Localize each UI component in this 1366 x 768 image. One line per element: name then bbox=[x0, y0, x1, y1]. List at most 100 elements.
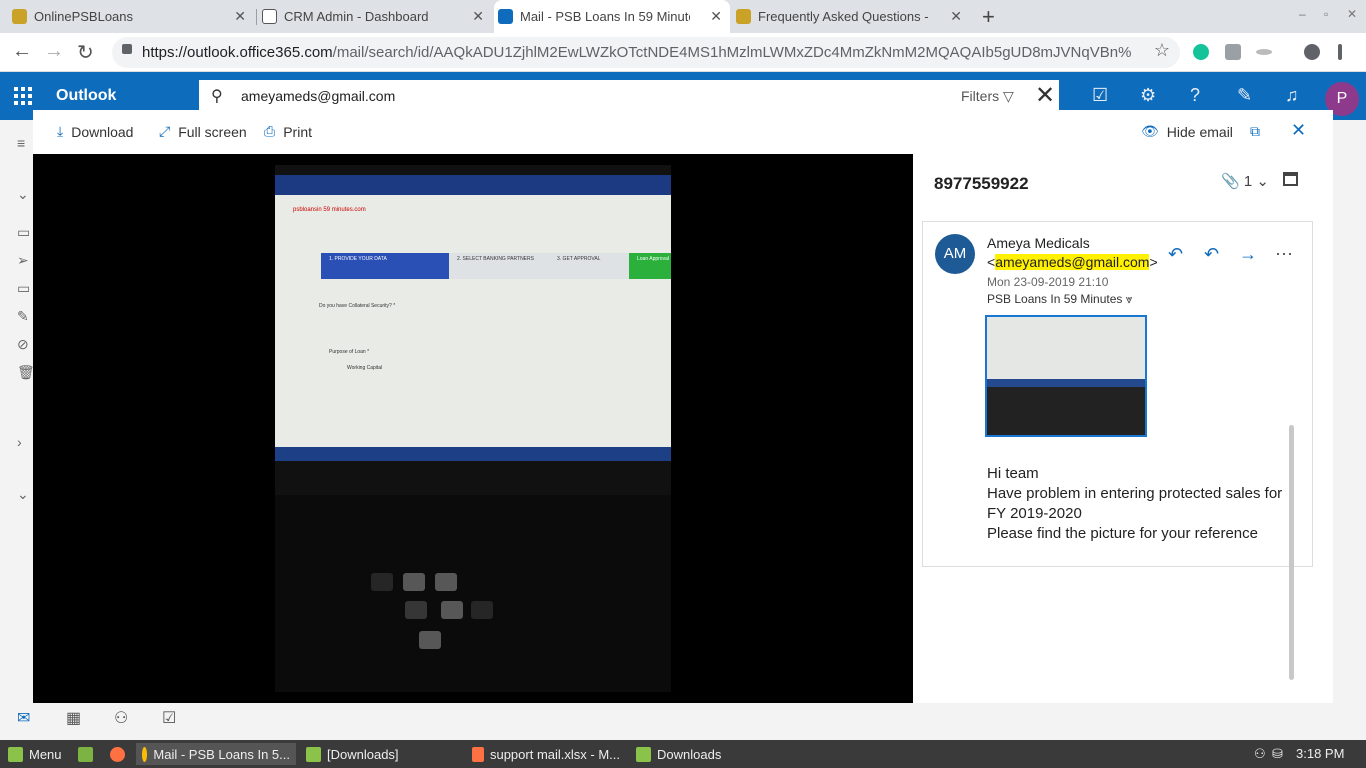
people-icon[interactable]: ⚇ bbox=[114, 708, 128, 728]
close-viewer-icon[interactable]: ✕ bbox=[1291, 120, 1306, 141]
sent-icon[interactable]: ➢ bbox=[17, 252, 29, 269]
network-icon[interactable]: ⛁ bbox=[1272, 746, 1283, 762]
inbox-icon[interactable]: ▭ bbox=[17, 224, 30, 241]
show-desktop-icon[interactable] bbox=[72, 743, 99, 765]
back-icon[interactable]: ← bbox=[12, 40, 32, 63]
search-input[interactable]: ameyameds@gmail.com bbox=[241, 88, 395, 104]
tab-faq[interactable]: Frequently Asked Questions - P ✕ bbox=[732, 0, 970, 33]
email-body-line: Please find the picture for your referen… bbox=[987, 525, 1258, 542]
tab-title: OnlinePSBLoans bbox=[34, 9, 134, 24]
app-launcher-icon[interactable] bbox=[14, 87, 32, 105]
taskbar-item-mail[interactable]: Mail - PSB Loans In 5... bbox=[136, 743, 296, 765]
hamburger-icon[interactable]: ≡ bbox=[17, 135, 25, 151]
filters-label: Filters bbox=[961, 88, 1000, 104]
browser-tab-bar: OnlinePSBLoans ✕ CRM Admin - Dashboard ✕… bbox=[0, 0, 1366, 33]
tab-close-icon[interactable]: ✕ bbox=[710, 8, 722, 25]
drafts-icon[interactable]: ✎ bbox=[17, 308, 29, 325]
email-subject: 8977559922 bbox=[934, 174, 1029, 193]
more-actions-icon[interactable]: ⋯ bbox=[1275, 244, 1293, 265]
email-recipient[interactable]: PSB Loans In 59 Minutes ⩔ bbox=[987, 292, 1133, 307]
junk-icon[interactable]: ⊘ bbox=[17, 336, 29, 353]
chevron-down-icon[interactable]: ⌄ bbox=[17, 186, 29, 203]
sender-avatar: AM bbox=[935, 234, 975, 274]
full-screen-button[interactable]: ⤢ Full screen bbox=[159, 123, 247, 140]
photo-step-3: 3. GET APPROVAL bbox=[549, 253, 629, 279]
expand-icon: ⤢ bbox=[159, 123, 171, 139]
taskbar-item-downloads-bracket[interactable]: [Downloads] bbox=[300, 743, 460, 765]
restore-icon[interactable]: ▫ bbox=[1324, 7, 1328, 21]
email-reading-pane: 8977559922 📎 1 ⌄ AM Ameya Medicals <amey… bbox=[913, 154, 1333, 703]
my-day-icon[interactable]: ☑ bbox=[1092, 85, 1108, 106]
outlook-favicon-icon bbox=[498, 9, 513, 24]
calendar-icon[interactable]: ▦ bbox=[66, 708, 81, 728]
email-date: Mon 23-09-2019 21:10 bbox=[987, 275, 1109, 289]
minimize-icon[interactable]: – bbox=[1299, 7, 1306, 21]
firefox-icon bbox=[110, 746, 125, 762]
pop-out-icon[interactable]: ⧉ bbox=[1250, 123, 1260, 140]
users-icon[interactable]: ⚇ bbox=[1254, 746, 1266, 762]
taskbar-item-downloads[interactable]: Downloads bbox=[630, 743, 790, 765]
help-icon[interactable]: ? bbox=[1190, 85, 1200, 106]
attachment-count-button[interactable]: 📎 1 ⌄ bbox=[1221, 172, 1269, 190]
sender[interactable]: Ameya Medicals <ameyameds@gmail.com> bbox=[987, 234, 1158, 272]
url-bar[interactable]: https://outlook.office365.com/mail/searc… bbox=[112, 37, 1180, 68]
more-menu-icon[interactable] bbox=[1338, 44, 1342, 60]
settings-gear-icon[interactable]: ⚙ bbox=[1140, 85, 1156, 106]
tab-close-icon[interactable]: ✕ bbox=[950, 8, 962, 25]
folder-icon bbox=[306, 746, 321, 762]
tab-close-icon[interactable]: ✕ bbox=[234, 8, 246, 25]
tab-crm-admin[interactable]: CRM Admin - Dashboard ✕ bbox=[258, 0, 492, 33]
print-button[interactable]: ⎙ Print bbox=[264, 123, 312, 140]
chrome-icon bbox=[142, 746, 148, 762]
tab-close-icon[interactable]: ✕ bbox=[472, 8, 484, 25]
attachment-count: 1 bbox=[1243, 173, 1253, 190]
grammarly-icon[interactable] bbox=[1193, 44, 1209, 60]
taskbar-item-support-mail[interactable]: support mail.xlsx - M... bbox=[466, 743, 626, 765]
notifications-bell-icon[interactable]: ♫ bbox=[1285, 85, 1299, 106]
clock[interactable]: 3:18 PM bbox=[1296, 746, 1344, 761]
tasks-icon[interactable]: ☑ bbox=[162, 708, 176, 728]
extension-icon[interactable] bbox=[1256, 49, 1272, 55]
maximize-icon[interactable] bbox=[1283, 172, 1298, 186]
filters-button[interactable]: Filters ▽ bbox=[961, 88, 1014, 105]
window-close-icon[interactable]: ✕ bbox=[1347, 7, 1357, 21]
sender-email[interactable]: ameyameds@gmail.com bbox=[995, 254, 1150, 270]
camera-icon[interactable] bbox=[1225, 44, 1241, 60]
reply-icon[interactable]: ↶ bbox=[1168, 244, 1183, 265]
photo-browser-bar bbox=[275, 175, 671, 195]
firefox-launcher-icon[interactable] bbox=[104, 743, 131, 765]
download-button[interactable]: ⤓ Download bbox=[57, 123, 133, 140]
reload-icon[interactable]: ↻ bbox=[77, 40, 94, 65]
search-box[interactable]: ⚲ ameyameds@gmail.com Filters ▽ ✕ bbox=[199, 80, 1059, 112]
feedback-icon[interactable]: ✎ bbox=[1237, 85, 1252, 106]
clear-search-icon[interactable]: ✕ bbox=[1035, 81, 1055, 110]
forward-icon[interactable]: → bbox=[1239, 244, 1257, 265]
address-bar-row: ← → ↻ https://outlook.office365.com/mail… bbox=[0, 33, 1366, 72]
mint-menu-icon bbox=[8, 746, 23, 762]
photo-steps: 1. PROVIDE YOUR DATA 2. SELECT BANKING P… bbox=[321, 253, 671, 283]
attachment-thumbnail[interactable] bbox=[985, 315, 1147, 437]
outlook-brand: Outlook bbox=[56, 87, 117, 104]
bookmark-star-icon[interactable]: ☆ bbox=[1154, 40, 1170, 61]
reply-all-icon[interactable]: ↶ bbox=[1204, 244, 1219, 265]
new-tab-icon[interactable]: + bbox=[982, 4, 995, 30]
forward-icon[interactable]: → bbox=[44, 40, 64, 63]
printer-icon: ⎙ bbox=[264, 123, 276, 139]
folder-icon[interactable]: ▭ bbox=[17, 280, 30, 297]
tab-mail[interactable]: Mail - PSB Loans In 59 Minutes ✕ bbox=[494, 0, 730, 33]
hide-email-button[interactable]: 👁 Hide email bbox=[1141, 123, 1233, 140]
email-message-card: AM Ameya Medicals <ameyameds@gmail.com> … bbox=[922, 221, 1313, 567]
tab-onlinepsbloans[interactable]: OnlinePSBLoans ✕ bbox=[8, 0, 254, 33]
reading-pane-scrollbar[interactable] bbox=[1289, 425, 1294, 680]
chevron-right-icon[interactable]: › bbox=[17, 434, 22, 450]
start-menu-button[interactable]: Menu bbox=[2, 743, 68, 765]
attachment-viewer: ⤓ Download ⤢ Full screen ⎙ Print 👁 Hide emai… bbox=[33, 110, 1333, 703]
psb-favicon-icon bbox=[12, 9, 27, 24]
profile-icon[interactable] bbox=[1304, 44, 1320, 60]
mail-icon[interactable]: ✉ bbox=[17, 708, 30, 728]
chevron-down-icon[interactable]: ⌄ bbox=[17, 486, 29, 503]
psb-favicon-icon bbox=[736, 9, 751, 24]
folder-icon bbox=[636, 746, 651, 762]
photo-key bbox=[441, 601, 463, 619]
paperclip-icon: 📎 bbox=[1221, 173, 1240, 190]
